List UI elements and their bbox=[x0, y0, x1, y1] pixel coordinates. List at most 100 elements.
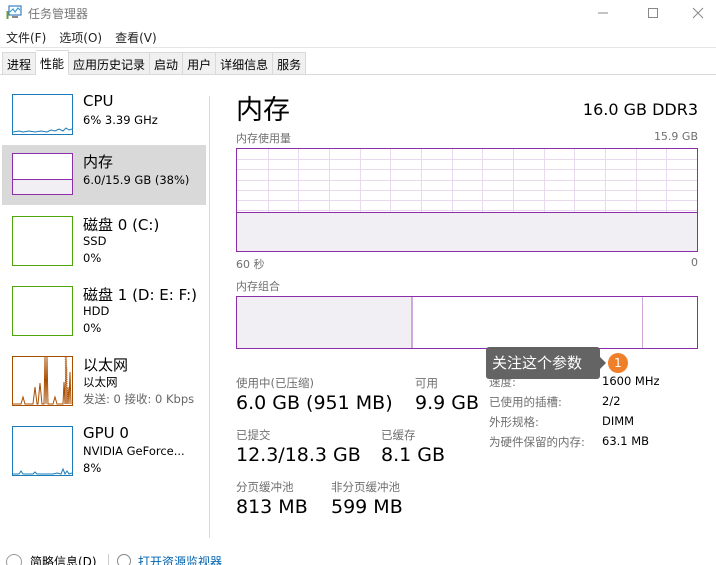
disk1-usage: 0% bbox=[83, 321, 102, 335]
sidebar-item-gpu[interactable]: GPU 0 NVIDIA GeForce... 8% bbox=[2, 420, 206, 480]
gpu-model: NVIDIA GeForce... bbox=[83, 444, 185, 458]
sidebar-item-ethernet[interactable]: 以太网 以太网 发送: 0 接收: 0 Kbps bbox=[2, 350, 206, 410]
memory-thumbnail-fill bbox=[13, 178, 72, 194]
tab-services[interactable]: 服务 bbox=[273, 52, 307, 75]
memory-spec: 16.0 GB DDR3 bbox=[582, 100, 698, 119]
gpu-thumbnail-graph bbox=[12, 426, 73, 476]
grid-line-horizontal bbox=[237, 159, 697, 161]
composition-separator bbox=[410, 297, 413, 348]
close-icon bbox=[692, 7, 704, 19]
task-manager-icon bbox=[6, 5, 22, 19]
menu-options[interactable]: 选项(O) bbox=[53, 27, 109, 47]
hardware-reserved-label: 为硬件保留的内存: bbox=[489, 435, 585, 449]
close-button[interactable] bbox=[675, 0, 716, 26]
usage-graph-label: 内存使用量 bbox=[236, 132, 291, 145]
sidebar-item-cpu[interactable]: CPU 6% 3.39 GHz bbox=[2, 88, 206, 148]
available-label: 可用 bbox=[415, 376, 438, 390]
usage-graph-max: 15.9 GB bbox=[653, 130, 698, 143]
performance-sidebar: CPU 6% 3.39 GHz 内存 6.0/15.9 GB (38%) 磁盘 … bbox=[0, 76, 210, 546]
disk1-type: HDD bbox=[83, 304, 110, 318]
menu-file[interactable]: 文件(F) bbox=[0, 27, 53, 47]
disk1-title: 磁盘 1 (D: E: F:) bbox=[83, 286, 197, 304]
annotation-tooltip: 关注这个参数 bbox=[486, 347, 600, 379]
minimize-button[interactable] bbox=[580, 0, 626, 26]
committed-value: 12.3/18.3 GB bbox=[236, 444, 361, 466]
bottom-separator bbox=[108, 554, 109, 565]
form-factor-value: DIMM bbox=[602, 414, 635, 428]
title-bar: 任务管理器 bbox=[0, 0, 716, 26]
available-value: 9.9 GB bbox=[415, 392, 480, 414]
tab-bar: 进程 性能 应用历史记录 启动 用户 详细信息 服务 bbox=[0, 47, 716, 75]
disk0-title: 磁盘 0 (C:) bbox=[83, 216, 160, 234]
committed-label: 已提交 bbox=[236, 428, 271, 442]
paged-pool-label: 分页缓冲池 bbox=[236, 480, 294, 494]
grid-line-horizontal bbox=[237, 179, 697, 181]
slots-value: 2/2 bbox=[602, 394, 621, 408]
tab-processes[interactable]: 进程 bbox=[2, 52, 37, 75]
sidebar-item-disk-1[interactable]: 磁盘 1 (D: E: F:) HDD 0% bbox=[2, 280, 206, 340]
open-resource-monitor-link[interactable]: 打开资源监视器 bbox=[138, 553, 222, 565]
cached-value: 8.1 GB bbox=[381, 444, 446, 466]
fewer-details-button[interactable]: 简略信息(D) bbox=[30, 553, 97, 565]
tab-startup[interactable]: 启动 bbox=[150, 52, 184, 75]
tab-details[interactable]: 详细信息 bbox=[216, 52, 274, 75]
memory-usage-fill bbox=[237, 212, 697, 251]
memory-usage-graph bbox=[236, 148, 698, 252]
window-title: 任务管理器 bbox=[28, 7, 89, 21]
composition-label: 内存组合 bbox=[236, 280, 280, 293]
disk0-usage: 0% bbox=[83, 251, 102, 265]
grid-line-horizontal bbox=[237, 189, 697, 191]
speed-value: 1600 MHz bbox=[602, 374, 660, 388]
ethernet-name: 以太网 bbox=[83, 375, 118, 389]
sidebar-item-disk-0[interactable]: 磁盘 0 (C:) SSD 0% bbox=[2, 210, 206, 270]
maximize-button[interactable] bbox=[630, 0, 676, 26]
annotation-badge: 1 bbox=[608, 353, 628, 373]
cpu-title: CPU bbox=[83, 92, 114, 110]
menu-bar: 文件(F) 选项(O) 查看(V) bbox=[0, 27, 164, 47]
chevron-up-icon[interactable] bbox=[6, 554, 22, 565]
in-use-label: 使用中(已压缩) bbox=[236, 376, 314, 390]
cpu-usage: 6% 3.39 GHz bbox=[83, 113, 158, 127]
ethernet-throughput: 发送: 0 接收: 0 Kbps bbox=[83, 392, 195, 406]
page-title: 内存 bbox=[236, 95, 290, 126]
gpu-usage: 8% bbox=[83, 461, 102, 475]
bottom-bar: 简略信息(D) 打开资源监视器 bbox=[0, 550, 716, 565]
hardware-reserved-value: 63.1 MB bbox=[602, 434, 650, 448]
form-factor-label: 外形规格: bbox=[489, 415, 539, 429]
cpu-graph-line bbox=[13, 127, 72, 133]
usage-graph-x-right: 0 bbox=[691, 256, 698, 269]
slots-label: 已使用的插槽: bbox=[489, 395, 562, 409]
nonpaged-pool-label: 非分页缓冲池 bbox=[331, 480, 400, 494]
grid-line-horizontal bbox=[237, 210, 697, 212]
ethernet-thumbnail-graph bbox=[12, 356, 73, 406]
tab-app-history[interactable]: 应用历史记录 bbox=[69, 52, 151, 75]
tab-users[interactable]: 用户 bbox=[183, 52, 217, 75]
grid-line-horizontal bbox=[237, 169, 697, 171]
composition-free[interactable] bbox=[642, 297, 697, 348]
disk1-thumbnail-graph bbox=[12, 286, 73, 336]
maximize-icon bbox=[648, 8, 658, 18]
resource-monitor-icon[interactable] bbox=[117, 554, 131, 565]
disk0-thumbnail-graph bbox=[12, 216, 73, 266]
memory-thumbnail-graph bbox=[12, 153, 73, 195]
paged-pool-value: 813 MB bbox=[236, 496, 308, 518]
minimize-icon bbox=[598, 12, 608, 14]
composition-standby[interactable] bbox=[413, 297, 642, 348]
cached-label: 已缓存 bbox=[381, 428, 416, 442]
memory-composition-bar bbox=[236, 296, 698, 349]
panel-divider bbox=[209, 96, 210, 538]
composition-in-use[interactable] bbox=[237, 297, 412, 348]
memory-title: 内存 bbox=[83, 153, 114, 171]
tab-performance[interactable]: 性能 bbox=[36, 50, 70, 75]
usage-graph-x-left: 60 秒 bbox=[236, 258, 265, 271]
gpu-title: GPU 0 bbox=[83, 424, 129, 442]
in-use-value: 6.0 GB (951 MB) bbox=[236, 392, 393, 414]
tooltip-arrow bbox=[600, 357, 606, 369]
sidebar-item-memory[interactable]: 内存 6.0/15.9 GB (38%) bbox=[2, 145, 206, 205]
grid-line-horizontal bbox=[237, 200, 697, 201]
menu-view[interactable]: 查看(V) bbox=[109, 27, 164, 47]
cpu-thumbnail-graph bbox=[12, 94, 73, 135]
gpu-graph-line bbox=[13, 467, 72, 475]
disk0-type: SSD bbox=[83, 234, 107, 248]
nonpaged-pool-value: 599 MB bbox=[331, 496, 403, 518]
